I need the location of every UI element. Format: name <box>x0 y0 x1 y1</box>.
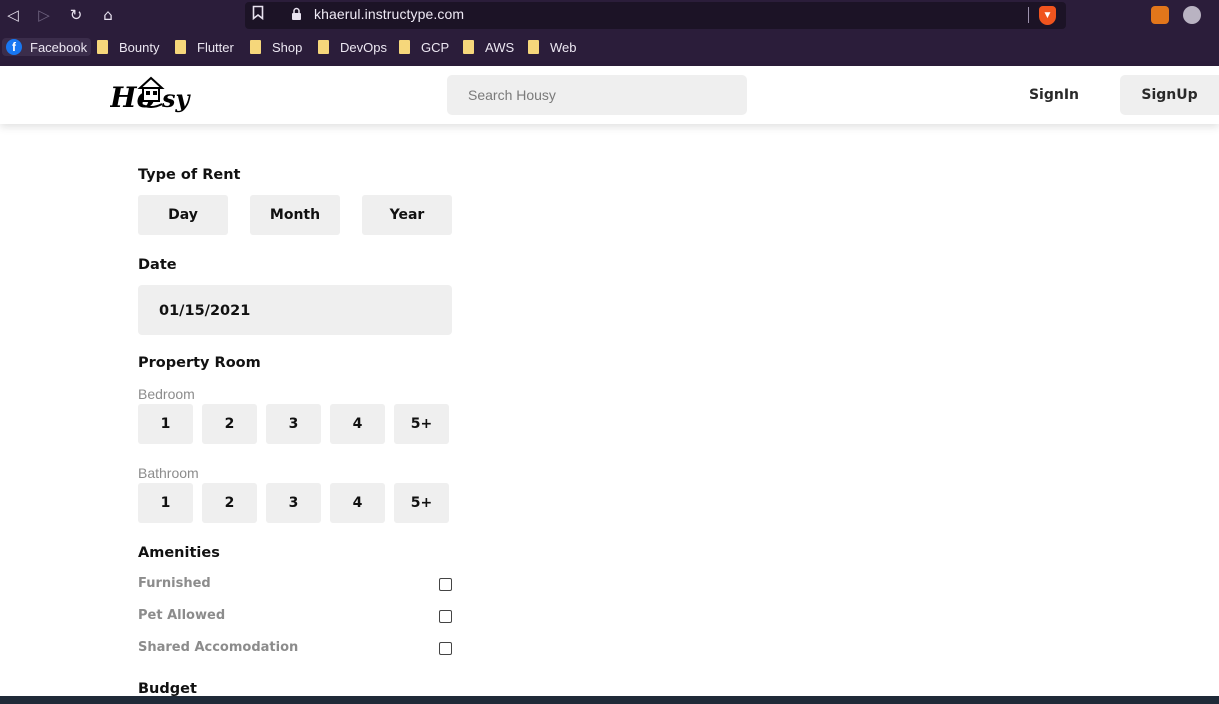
bathroom-option-1[interactable]: 1 <box>138 483 193 523</box>
bathroom-option-2[interactable]: 2 <box>202 483 257 523</box>
bookmark-folder-web[interactable]: Web <box>528 38 577 56</box>
extension-globe-icon[interactable] <box>1183 6 1201 24</box>
amenity-furnished-label: Furnished <box>138 576 211 591</box>
amenity-shared-accomodation-label: Shared Accomodation <box>138 640 299 655</box>
bedroom-label: Bedroom <box>138 386 195 402</box>
amenity-furnished-checkbox[interactable] <box>439 578 452 591</box>
bookmark-folder-flutter[interactable]: Flutter <box>175 38 234 56</box>
bookmarks-bar: f Facebook Bounty Flutter Shop DevOps GC… <box>0 33 1219 61</box>
bookmark-label: DevOps <box>340 39 387 55</box>
folder-icon <box>318 40 329 54</box>
os-taskbar <box>0 696 1219 704</box>
bookmark-label: Flutter <box>197 39 234 55</box>
bedroom-option-2[interactable]: 2 <box>202 404 257 444</box>
bathroom-option-5plus[interactable]: 5+ <box>394 483 449 523</box>
home-icon[interactable]: ⌂ <box>98 5 118 25</box>
bookmark-label: AWS <box>485 39 515 55</box>
bookmark-folder-shop[interactable]: Shop <box>250 38 302 56</box>
lock-icon[interactable] <box>291 7 303 23</box>
folder-icon <box>97 40 108 54</box>
bookmark-label: Bounty <box>119 39 160 55</box>
bookmark-label: Web <box>550 39 577 55</box>
rent-type-heading: Type of Rent <box>138 167 241 183</box>
url-text[interactable]: khaerul.instructype.com <box>314 6 464 22</box>
folder-icon <box>463 40 474 54</box>
metamask-extension-icon[interactable] <box>1151 6 1169 24</box>
url-divider <box>1028 7 1029 23</box>
date-input[interactable]: 01/15/2021 <box>138 285 452 335</box>
bathroom-option-4[interactable]: 4 <box>330 483 385 523</box>
bookmark-folder-devops[interactable]: DevOps <box>318 38 387 56</box>
bedroom-option-3[interactable]: 3 <box>266 404 321 444</box>
amenity-pet-allowed-label: Pet Allowed <box>138 608 226 623</box>
bookmark-icon[interactable] <box>250 5 266 25</box>
bookmark-folder-aws[interactable]: AWS <box>463 38 514 56</box>
bookmark-label: Facebook <box>30 39 88 55</box>
date-heading: Date <box>138 257 177 273</box>
folder-icon <box>175 40 186 54</box>
rent-year-button[interactable]: Year <box>362 195 452 235</box>
bathroom-option-3[interactable]: 3 <box>266 483 321 523</box>
search-input[interactable] <box>447 75 747 115</box>
folder-icon <box>528 40 539 54</box>
bookmark-folder-gcp[interactable]: GCP <box>399 38 449 56</box>
rent-month-button[interactable]: Month <box>250 195 340 235</box>
back-icon[interactable]: ◁ <box>3 5 23 25</box>
facebook-icon: f <box>6 39 22 55</box>
forward-icon[interactable]: ▷ <box>34 5 54 25</box>
bedroom-option-5plus[interactable]: 5+ <box>394 404 449 444</box>
browser-chrome: ◁ ▷ ↻ ⌂ khaerul.instructype.com ▼ f Face… <box>0 0 1219 66</box>
bookmark-facebook[interactable]: f Facebook <box>2 38 92 56</box>
property-room-heading: Property Room <box>138 355 261 371</box>
signup-button[interactable]: SignUp <box>1120 75 1219 115</box>
browser-toolbar: ◁ ▷ ↻ ⌂ khaerul.instructype.com ▼ <box>0 0 1219 31</box>
amenity-pet-allowed-checkbox[interactable] <box>439 610 452 623</box>
brave-shields-icon[interactable]: ▼ <box>1039 6 1056 25</box>
bookmark-label: Shop <box>272 39 303 55</box>
bathroom-label: Bathroom <box>138 465 199 481</box>
rent-day-button[interactable]: Day <box>138 195 228 235</box>
signin-button[interactable]: SignIn <box>1013 75 1095 115</box>
housy-logo[interactable]: Ho sy <box>109 74 192 114</box>
folder-icon <box>250 40 261 54</box>
bedroom-option-4[interactable]: 4 <box>330 404 385 444</box>
site-header: Ho sy SignIn SignUp <box>0 66 1219 124</box>
amenities-heading: Amenities <box>138 545 220 561</box>
amenity-shared-accomodation-checkbox[interactable] <box>439 642 452 655</box>
svg-text:sy: sy <box>161 84 192 113</box>
budget-heading: Budget <box>138 681 197 697</box>
bookmark-folder-bounty[interactable]: Bounty <box>97 38 159 56</box>
bookmark-label: GCP <box>421 39 450 55</box>
reload-icon[interactable]: ↻ <box>66 5 86 25</box>
folder-icon <box>399 40 410 54</box>
bedroom-option-1[interactable]: 1 <box>138 404 193 444</box>
